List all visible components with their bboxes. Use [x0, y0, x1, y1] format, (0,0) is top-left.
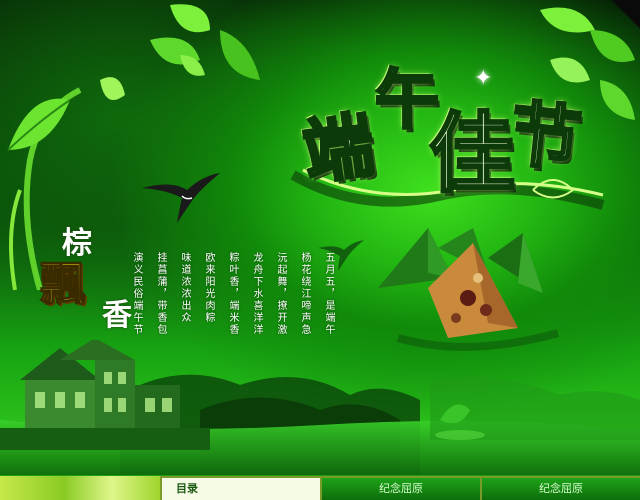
- title-calligraphy: 端 午 佳 节: [283, 55, 613, 225]
- poem-column: 挂菖蒲，带香包: [155, 252, 166, 336]
- corner-fold: [610, 0, 640, 30]
- title-char-duan: 端: [297, 101, 381, 196]
- sparkle-icon: ✦: [474, 66, 493, 91]
- poem-column: 味道浓浓出众: [179, 252, 190, 324]
- bamboo-thumbnail: [0, 476, 160, 500]
- bottom-nav-bar: 目录 纪念屈原 纪念屈原: [0, 476, 640, 500]
- tab-commemorate-quyuan[interactable]: 纪念屈原: [322, 478, 480, 500]
- poem-column: 欧来阳光肉粽: [203, 252, 214, 324]
- poem-column: 沅起舞，撩开激: [275, 252, 286, 336]
- poem-text: 五月五，是端午 杨花绕江啼声急 沅起舞，撩开激 龙舟下水喜洋洋 粽叶香，端米香 …: [130, 252, 334, 362]
- poem-column: 五月五，是端午: [323, 252, 334, 336]
- tab-contents[interactable]: 目录: [162, 478, 320, 500]
- festival-slide: 端 午 佳 节 ✦ 棕 飄 香 五月五，是端午 杨花绕江啼声急 沅起舞，撩开激 …: [0, 0, 640, 500]
- poem-column: 粽叶香，端米香: [227, 252, 238, 336]
- zongzi-illustration: [378, 228, 560, 351]
- poem-title-xiang: 香: [102, 298, 132, 333]
- swallow-icon: [142, 173, 220, 223]
- title-char-jia: 佳: [428, 102, 517, 206]
- poem-title-piao: 飄: [40, 257, 87, 312]
- tab-commemorate-quyuan-2[interactable]: 纪念屈原: [482, 478, 640, 500]
- poem-column: 龙舟下水喜洋洋: [251, 252, 262, 336]
- poem-column: 演义民俗端午节: [131, 252, 142, 336]
- poem-column: 杨花绕江啼声急: [299, 252, 310, 336]
- title-char-jie: 节: [505, 90, 586, 183]
